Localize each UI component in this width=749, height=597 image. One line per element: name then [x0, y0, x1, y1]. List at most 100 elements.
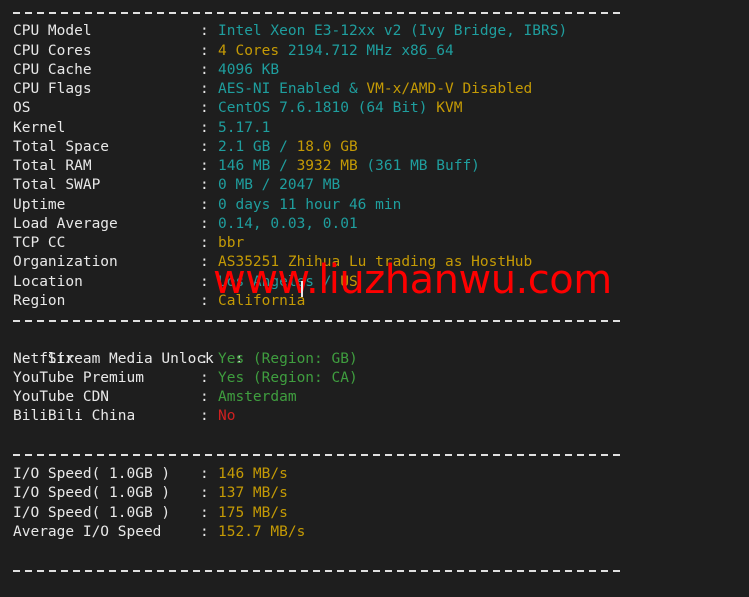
info-row: Average I/O Speed:152.7 MB/s	[0, 523, 749, 542]
info-row-value: 3932 MB	[296, 158, 358, 174]
info-row: YouTube Premium: Yes (Region: CA)	[0, 369, 749, 388]
info-row-label: CPU Model	[13, 23, 92, 40]
info-row-label: Total SWAP	[13, 177, 101, 194]
info-row-value: VM-x/AMD-V Disabled	[357, 81, 533, 97]
info-row-label: Netflix	[13, 350, 75, 367]
info-row-value: No	[218, 408, 236, 425]
colon-glyph: :	[200, 292, 209, 309]
io-speed-section: I/O Speed( 1.0GB ):146 MB/s I/O Speed( 1.…	[0, 465, 749, 542]
info-row-value: Yes (Region: CA)	[218, 369, 358, 386]
info-row-label: CPU Cache	[13, 61, 92, 78]
info-row-label: Location	[13, 273, 83, 290]
info-row-label: YouTube CDN	[13, 389, 110, 405]
info-row-label: Kernel	[13, 119, 66, 136]
info-row-value: 146 MB /	[218, 158, 297, 174]
info-row: Location: Los Angeles / US	[0, 273, 749, 292]
dashed-separator-after-io	[0, 561, 749, 580]
dashed-separator-after-stream	[0, 446, 749, 465]
info-row-label: Average I/O Speed	[13, 523, 162, 540]
colon-glyph: :	[200, 100, 209, 117]
info-row: Load Average:0.14, 0.03, 0.01	[0, 215, 749, 234]
colon-glyph: :	[200, 408, 209, 425]
terminal-window: CPU Model: Intel Xeon E3-12xx v2 (Ivy Bri…	[0, 0, 749, 597]
info-row-value: bbr	[218, 235, 245, 251]
info-row-value: 0 days 11 hour 46 min	[218, 196, 402, 213]
dashed-separator-after-system	[0, 311, 749, 330]
info-row-value: 5.17.1	[218, 119, 271, 136]
info-row-value: Los Angeles /	[218, 273, 341, 290]
info-row-value: 175 MB/s	[218, 504, 288, 521]
info-row: CPU Flags: AES-NI Enabled & VM-x/AMD-V Di…	[0, 80, 749, 99]
info-row-label: I/O Speed( 1.0GB )	[13, 485, 171, 502]
info-row-label: Uptime	[13, 196, 66, 213]
info-row-label: Total RAM	[13, 158, 92, 174]
colon-glyph: :	[200, 485, 209, 502]
info-row-label: CPU Flags	[13, 81, 92, 97]
info-row-value: Intel Xeon E3-12xx v2 (Ivy Bridge, IBRS)	[218, 23, 568, 40]
info-row-label: BiliBili China	[13, 408, 136, 425]
info-row-value: AS35251 Zhihua Lu trading as HostHub	[218, 254, 533, 271]
info-row-value: CentOS 7.6.1810 (64 Bit)	[218, 100, 428, 117]
info-row: I/O Speed( 1.0GB ):175 MB/s	[0, 504, 749, 523]
info-row: Kernel:5.17.1	[0, 119, 749, 138]
separator-line	[13, 319, 625, 322]
info-row-label: Load Average	[13, 215, 118, 232]
stream-media-heading-row: Stream Media Unlock:	[0, 330, 749, 367]
info-row-value: 2194.712 MHz x86_64	[279, 42, 454, 59]
info-row: YouTube CDN: Amsterdam	[0, 388, 749, 407]
colon-glyph: :	[200, 196, 209, 213]
info-row-value: Amsterdam	[218, 389, 297, 405]
info-row-value: 137 MB/s	[218, 485, 288, 502]
info-row-label: OS	[13, 100, 31, 117]
info-row-value: 146 MB/s	[218, 466, 288, 482]
colon-glyph: :	[200, 158, 209, 174]
info-row-label: Organization	[13, 254, 118, 271]
info-row: Total Space:2.1 GB / 18.0 GB	[0, 138, 749, 157]
dashed-separator-top	[0, 3, 749, 22]
info-row-value: 2.1 GB /	[218, 138, 297, 155]
info-row: OS: CentOS 7.6.1810 (64 Bit) KVM	[0, 99, 749, 118]
info-row: CPU Model: Intel Xeon E3-12xx v2 (Ivy Bri…	[0, 22, 749, 41]
colon-glyph: :	[200, 42, 209, 59]
info-row-label: I/O Speed( 1.0GB )	[13, 466, 171, 482]
colon-glyph: :	[200, 177, 209, 194]
info-row: CPU Cache:4096 KB	[0, 61, 749, 80]
colon-glyph: :	[200, 235, 209, 251]
info-row-label: CPU Cores	[13, 42, 92, 59]
colon-glyph: :	[200, 273, 209, 290]
info-row-label: YouTube Premium	[13, 369, 144, 386]
info-row-value: 152.7 MB/s	[218, 523, 306, 540]
info-row-label: TCP CC	[13, 235, 66, 251]
colon-glyph: :	[200, 215, 209, 232]
info-row: CPU Cores:4 Cores 2194.712 MHz x86_64	[0, 42, 749, 61]
info-row: Netflix: Yes (Region: GB)	[0, 350, 749, 369]
separator-line	[13, 454, 625, 457]
info-row-value: 4 Cores	[218, 42, 280, 59]
separator-line	[13, 569, 625, 572]
colon-glyph: :	[200, 23, 209, 40]
info-row-value: 0 MB / 2047 MB	[218, 177, 341, 194]
info-row-value: (361 MB Buff)	[357, 158, 480, 174]
info-row: Organization: AS35251 Zhihua Lu trading a…	[0, 253, 749, 272]
info-row-value: Yes (Region: GB)	[218, 350, 358, 367]
colon-glyph: :	[200, 138, 209, 155]
colon-glyph: :	[200, 466, 209, 482]
info-row-value: 18.0 GB	[296, 138, 358, 155]
info-row: I/O Speed( 1.0GB ):137 MB/s	[0, 484, 749, 503]
colon-glyph: :	[200, 389, 209, 405]
colon-glyph: :	[200, 254, 209, 271]
info-row-value: 0.14, 0.03, 0.01	[218, 215, 358, 232]
system-info-section: CPU Model: Intel Xeon E3-12xx v2 (Ivy Bri…	[0, 22, 749, 311]
info-row-value: California	[218, 292, 306, 309]
info-row-label: Total Space	[13, 138, 110, 155]
colon-glyph: :	[200, 369, 209, 386]
separator-line	[13, 11, 625, 14]
info-row: Uptime:0 days 11 hour 46 min	[0, 196, 749, 215]
info-row-value: AES-NI Enabled &	[218, 81, 358, 97]
colon-glyph: :	[200, 81, 209, 97]
info-row-value: 4096 KB	[218, 61, 280, 78]
info-row: TCP CC: bbr	[0, 234, 749, 253]
text-cursor	[301, 281, 303, 297]
